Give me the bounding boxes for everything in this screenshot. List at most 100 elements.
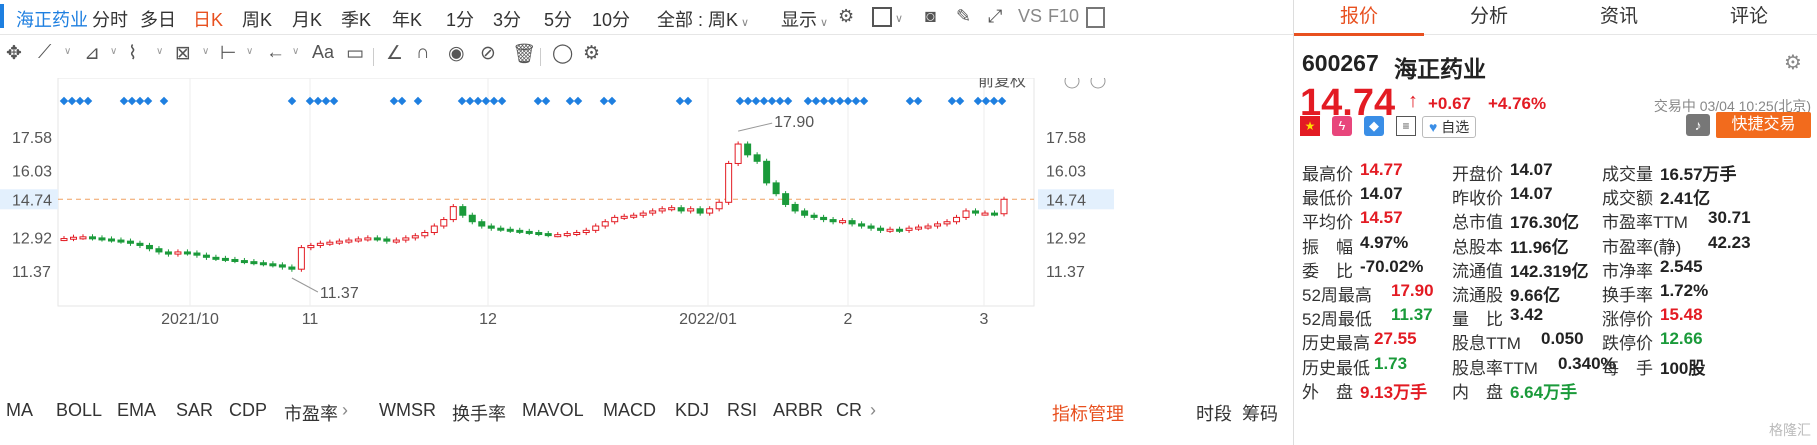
fib-icon[interactable]: ⊠ [175, 42, 191, 65]
candle-body [630, 214, 638, 218]
pen-icon[interactable]: ✎ [956, 6, 971, 27]
event-marker [819, 96, 829, 106]
indicator-4[interactable]: CDP [229, 400, 267, 421]
display-menu[interactable]: 显示 ∨ [781, 6, 828, 32]
magnet-icon[interactable]: ∩ [416, 42, 430, 64]
chevron-right-icon[interactable]: › [342, 400, 348, 421]
indicator-0[interactable]: MA [6, 400, 33, 421]
camera-icon[interactable]: ◙ [925, 6, 936, 27]
candle-body [962, 210, 970, 218]
indicator-1[interactable]: BOLL [56, 400, 102, 421]
f10-button[interactable]: F10 [1048, 6, 1079, 27]
alert-bell-icon[interactable]: ♪ [1686, 114, 1710, 136]
indicator-12[interactable]: ARBR [773, 400, 823, 421]
fuquan-button[interactable]: 前复权 [978, 72, 1026, 90]
tag-icon[interactable]: ◆ [1364, 116, 1384, 136]
candle-body [345, 239, 353, 243]
event-marker [947, 96, 957, 106]
kline-chart[interactable]: 2021/10 11 12 2022/01 2 3 17.58 17.58 16.03 16.03… [0, 72, 1293, 368]
vs-button[interactable]: VS [1018, 6, 1042, 27]
color-square-icon[interactable]: ∨ [872, 6, 903, 28]
indicator-11[interactable]: RSI [727, 400, 757, 421]
candle-body [79, 236, 87, 240]
chevron-right-icon[interactable]: › [870, 400, 876, 421]
high-annotation-line [738, 122, 773, 132]
x-tick-label: 2022/01 [679, 311, 737, 328]
candle-body [611, 216, 619, 223]
period-tab-4[interactable]: 月K [292, 6, 322, 32]
text-tool[interactable]: Aa [312, 42, 334, 63]
comment-icon[interactable]: ▭ [346, 42, 364, 65]
period-tab-0[interactable]: 分时 [92, 6, 128, 32]
wave-icon[interactable]: ⌇ [128, 42, 137, 65]
watchlist-label: 自选 [1441, 119, 1470, 135]
period-tab-10[interactable]: 10分 [592, 6, 630, 32]
indicator-5[interactable]: 市盈率 [284, 400, 338, 426]
candle-body [231, 258, 239, 262]
candle-body [155, 248, 163, 253]
arrow-left-icon[interactable]: ← [266, 42, 285, 64]
angle-icon[interactable]: ∠ [386, 42, 403, 65]
indicator-manage-button[interactable]: 指标管理 [1052, 400, 1124, 426]
quick-trade-button[interactable]: 快捷交易 [1716, 112, 1811, 138]
sidebar-toggle-icon[interactable] [1086, 6, 1105, 28]
period-tab-7[interactable]: 1分 [446, 6, 474, 32]
note-icon[interactable]: ≡ [1396, 116, 1416, 136]
indicator-2[interactable]: EMA [117, 400, 156, 421]
stock-name-link[interactable]: 海正药业 [16, 6, 88, 32]
quote-tab-2[interactable]: 资讯 [1554, 0, 1684, 33]
chip-distribution-button[interactable]: 筹码 [1242, 400, 1278, 426]
toolbar-divider [540, 48, 541, 66]
quote-label: 委 比 [1302, 261, 1353, 281]
quote-value: 1.72% [1660, 281, 1709, 300]
indicator-9[interactable]: MACD [603, 400, 656, 421]
line-segment-icon[interactable]: ⟋ [38, 42, 51, 64]
time-period-button[interactable]: 时段 [1196, 400, 1232, 426]
quote-tab-0[interactable]: 报价 [1294, 0, 1424, 36]
event-marker [541, 96, 551, 106]
toolbar-divider [373, 48, 374, 66]
overlay-icon[interactable]: ◯ [552, 42, 573, 65]
candle-body [905, 227, 913, 231]
hide-icon[interactable]: ⊘ [480, 42, 496, 65]
gear-icon[interactable]: ⚙ [583, 42, 600, 65]
event-marker [859, 96, 869, 106]
indicator-10[interactable]: KDJ [675, 400, 709, 421]
candle-body [620, 215, 628, 219]
candle-body [421, 232, 429, 237]
period-tab-8[interactable]: 3分 [493, 6, 521, 32]
indicator-3[interactable]: SAR [176, 400, 213, 421]
polyline-icon[interactable]: ⊿ [84, 42, 100, 65]
margin-icon[interactable]: ϟ [1332, 116, 1352, 136]
range-selector-label: 全部 : 周K [657, 10, 739, 30]
period-tab-5[interactable]: 季K [341, 6, 371, 32]
range-icon[interactable]: ⊢ [220, 42, 237, 65]
y-tick-label-right: 12.92 [1046, 231, 1086, 248]
fullscreen-icon[interactable]: ⤢ [988, 6, 1002, 27]
candle-body [915, 226, 923, 230]
indicator-6[interactable]: WMSR [379, 400, 436, 421]
period-tab-6[interactable]: 年K [392, 6, 422, 32]
indicator-8[interactable]: MAVOL [522, 400, 584, 421]
candle-body [145, 244, 153, 250]
quote-label: 市净率 [1602, 261, 1653, 281]
period-tab-2[interactable]: 日K [193, 6, 223, 32]
low-annotation: 11.37 [320, 285, 359, 302]
drawing-toolbar: ✥ ⟋ ∨ ⊿ ∨ ⌇ ∨ ⊠ ∨ ⊢ ∨ ← ∨ Aa ▭ ∠ ∩ ◉ ⊘ 🗑 ◯ ⚙ [0, 36, 1293, 76]
trash-icon[interactable]: 🗑 [512, 42, 536, 66]
quote-tab-3[interactable]: 评论 [1684, 0, 1814, 33]
move-cross-icon[interactable]: ✥ [6, 42, 22, 65]
period-tab-1[interactable]: 多日 [140, 6, 176, 32]
quote-label: 平均价 [1302, 213, 1353, 233]
eye-icon[interactable]: ◉ [448, 42, 465, 65]
quote-tab-1[interactable]: 分析 [1424, 0, 1554, 33]
add-watchlist-button[interactable]: ♥ 自选 [1422, 116, 1477, 138]
chart-plot-area[interactable]: 2021/10 11 12 2022/01 2 3 17.58 17.58 16.03 16.03… [0, 72, 1293, 368]
period-tab-9[interactable]: 5分 [544, 6, 572, 32]
settings-icon[interactable]: ⚙ [1784, 50, 1802, 75]
period-tab-3[interactable]: 周K [242, 6, 272, 32]
indicator-13[interactable]: CR [836, 400, 862, 421]
settings-icon[interactable]: ⚙ [838, 6, 854, 27]
indicator-7[interactable]: 换手率 [452, 400, 506, 426]
range-selector[interactable]: 全部 : 周K ∨ [657, 6, 749, 32]
